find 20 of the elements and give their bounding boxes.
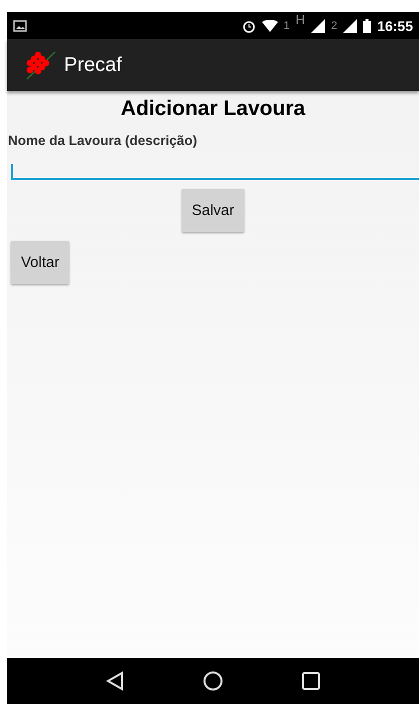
app-title: Precaf [64, 54, 122, 76]
recents-icon[interactable] [302, 672, 320, 690]
page-heading: Adicionar Lavoura [120, 97, 306, 121]
sim-number: 1 [284, 20, 290, 32]
input-field[interactable] [11, 164, 419, 180]
wifi-icon [262, 20, 278, 32]
clock-time: 16:55 [377, 18, 413, 34]
battery-icon [363, 18, 372, 32]
field-label: Nome da Lavoura (descrição) [8, 133, 198, 148]
network-type: H [296, 12, 306, 27]
save-button[interactable]: Salvar [182, 189, 244, 232]
app-logo-icon [24, 50, 58, 80]
alarm-icon [242, 18, 256, 32]
back-icon[interactable] [106, 671, 124, 691]
signal-icon [343, 18, 358, 32]
sim-number: 2 [331, 20, 338, 32]
back-button[interactable]: Voltar [11, 241, 70, 284]
home-icon[interactable] [202, 671, 223, 691]
signal-icon [311, 18, 326, 32]
image-icon [13, 20, 27, 32]
